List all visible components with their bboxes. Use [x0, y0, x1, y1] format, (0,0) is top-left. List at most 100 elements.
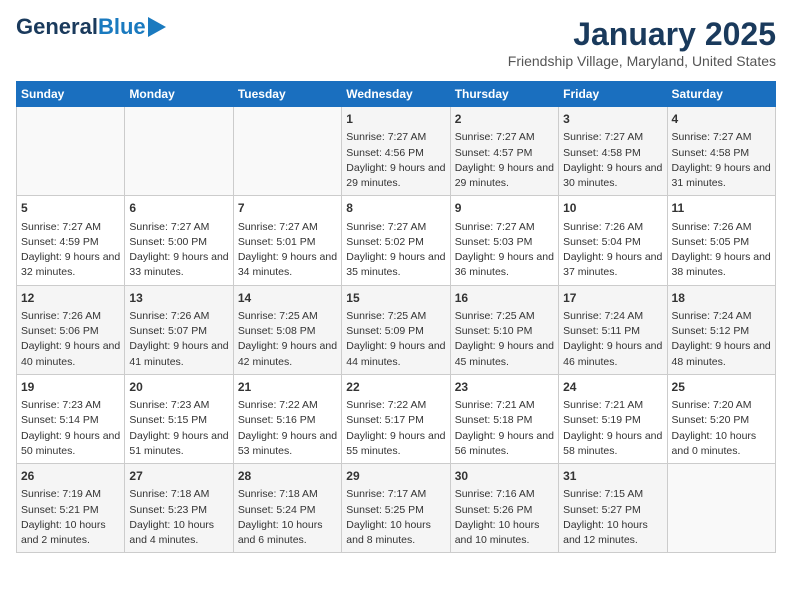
- week-row-1: 1Sunrise: 7:27 AMSunset: 4:56 PMDaylight…: [17, 107, 776, 196]
- day-info: Sunset: 5:23 PM: [129, 503, 228, 518]
- day-info: Sunset: 5:15 PM: [129, 413, 228, 428]
- calendar-cell: 14Sunrise: 7:25 AMSunset: 5:08 PMDayligh…: [233, 285, 341, 374]
- day-info: Daylight: 9 hours and 40 minutes.: [21, 339, 120, 369]
- day-info: Sunset: 5:21 PM: [21, 503, 120, 518]
- day-info: Sunrise: 7:27 AM: [129, 220, 228, 235]
- day-info: Sunset: 5:24 PM: [238, 503, 337, 518]
- day-info: Sunrise: 7:24 AM: [672, 309, 771, 324]
- day-info: Sunrise: 7:27 AM: [346, 220, 445, 235]
- day-info: Daylight: 9 hours and 35 minutes.: [346, 250, 445, 280]
- calendar-cell: 19 Sunrise: 7:23 AMSunset: 5:14 PMDayligh…: [17, 374, 125, 463]
- day-info: Sunset: 4:56 PM: [346, 146, 445, 161]
- day-info: Sunrise: 7:21 AM: [455, 398, 554, 413]
- day-info: Sunrise: 7:17 AM: [346, 487, 445, 502]
- day-info: Sunrise: 7:18 AM: [238, 487, 337, 502]
- day-info: Sunrise: 7:25 AM: [238, 309, 337, 324]
- day-number: 17: [563, 290, 662, 307]
- day-info: Daylight: 9 hours and 55 minutes.: [346, 429, 445, 459]
- day-number: 13: [129, 290, 228, 307]
- day-number: 7: [238, 200, 337, 217]
- calendar-cell: 22Sunrise: 7:22 AMSunset: 5:17 PMDayligh…: [342, 374, 450, 463]
- calendar-cell: 28Sunrise: 7:18 AMSunset: 5:24 PMDayligh…: [233, 464, 341, 553]
- day-info: Daylight: 9 hours and 56 minutes.: [455, 429, 554, 459]
- day-info: Daylight: 9 hours and 50 minutes.: [21, 429, 120, 459]
- calendar-cell: 21Sunrise: 7:22 AMSunset: 5:16 PMDayligh…: [233, 374, 341, 463]
- day-number: 27: [129, 468, 228, 485]
- calendar-cell: 13 Sunrise: 7:26 AMSunset: 5:07 PMDayligh…: [125, 285, 233, 374]
- calendar-cell: 30Sunrise: 7:16 AMSunset: 5:26 PMDayligh…: [450, 464, 558, 553]
- day-number: 12: [21, 290, 120, 307]
- day-info: Sunset: 5:00 PM: [129, 235, 228, 250]
- day-number: 29: [346, 468, 445, 485]
- day-info: Sunrise: 7:27 AM: [563, 130, 662, 145]
- calendar-cell: 7 Sunrise: 7:27 AMSunset: 5:01 PMDaylight…: [233, 196, 341, 285]
- day-info: Daylight: 9 hours and 32 minutes.: [21, 250, 120, 280]
- day-number: 22: [346, 379, 445, 396]
- day-info: Sunset: 4:58 PM: [672, 146, 771, 161]
- day-info: Sunset: 4:59 PM: [21, 235, 120, 250]
- week-row-5: 26 Sunrise: 7:19 AMSunset: 5:21 PM Dayligh…: [17, 464, 776, 553]
- day-info: Sunset: 5:07 PM: [129, 324, 228, 339]
- calendar-cell: 2Sunrise: 7:27 AMSunset: 4:57 PMDaylight…: [450, 107, 558, 196]
- day-number: 14: [238, 290, 337, 307]
- day-info: Sunrise: 7:23 AM: [129, 398, 228, 413]
- day-info: Sunset: 5:26 PM: [455, 503, 554, 518]
- day-info: Sunset: 5:04 PM: [563, 235, 662, 250]
- day-info: Sunrise: 7:27 AM: [238, 220, 337, 235]
- week-row-2: 5Sunrise: 7:27 AMSunset: 4:59 PMDaylight…: [17, 196, 776, 285]
- day-info: Sunset: 4:58 PM: [563, 146, 662, 161]
- day-info: Daylight: 9 hours and 36 minutes.: [455, 250, 554, 280]
- day-header-saturday: Saturday: [667, 82, 775, 107]
- day-info: Sunrise: 7:27 AM: [21, 220, 120, 235]
- logo: GeneralBlue: [16, 16, 166, 38]
- day-info: Sunrise: 7:22 AM: [346, 398, 445, 413]
- day-number: 31: [563, 468, 662, 485]
- day-info: Sunrise: 7:26 AM: [129, 309, 228, 324]
- day-info: Sunrise: 7:23 AM: [21, 398, 120, 413]
- day-info: Sunset: 5:27 PM: [563, 503, 662, 518]
- logo-arrow-icon: [148, 17, 166, 37]
- day-info: Sunrise: 7:25 AM: [346, 309, 445, 324]
- calendar-cell: 24Sunrise: 7:21 AMSunset: 5:19 PMDayligh…: [559, 374, 667, 463]
- day-info: Sunset: 5:09 PM: [346, 324, 445, 339]
- day-info: Daylight: 9 hours and 41 minutes.: [129, 339, 228, 369]
- day-header-sunday: Sunday: [17, 82, 125, 107]
- day-info: Daylight: 10 hours and 12 minutes.: [563, 518, 662, 548]
- calendar-cell: 15Sunrise: 7:25 AMSunset: 5:09 PMDayligh…: [342, 285, 450, 374]
- calendar-cell: 16Sunrise: 7:25 AMSunset: 5:10 PMDayligh…: [450, 285, 558, 374]
- day-number: 10: [563, 200, 662, 217]
- day-header-monday: Monday: [125, 82, 233, 107]
- day-info: Sunrise: 7:27 AM: [455, 130, 554, 145]
- day-info: Sunset: 5:12 PM: [672, 324, 771, 339]
- day-info: Sunset: 5:08 PM: [238, 324, 337, 339]
- page-header: GeneralBlue January 2025 Friendship Vill…: [16, 16, 776, 69]
- days-header-row: SundayMondayTuesdayWednesdayThursdayFrid…: [17, 82, 776, 107]
- day-number: 28: [238, 468, 337, 485]
- day-info: Sunset: 5:03 PM: [455, 235, 554, 250]
- day-number: 23: [455, 379, 554, 396]
- calendar-cell: 8Sunrise: 7:27 AMSunset: 5:02 PMDaylight…: [342, 196, 450, 285]
- calendar-cell: 9Sunrise: 7:27 AMSunset: 5:03 PMDaylight…: [450, 196, 558, 285]
- day-info: Sunset: 5:05 PM: [672, 235, 771, 250]
- day-info: Sunset: 5:01 PM: [238, 235, 337, 250]
- day-number: 4: [672, 111, 771, 128]
- day-info: Sunrise: 7:16 AM: [455, 487, 554, 502]
- calendar-cell: 3Sunrise: 7:27 AMSunset: 4:58 PMDaylight…: [559, 107, 667, 196]
- day-info: Daylight: 10 hours and 10 minutes.: [455, 518, 554, 548]
- day-info: Daylight: 9 hours and 53 minutes.: [238, 429, 337, 459]
- calendar-cell: 11Sunrise: 7:26 AMSunset: 5:05 PMDayligh…: [667, 196, 775, 285]
- day-info: Sunrise: 7:26 AM: [672, 220, 771, 235]
- day-info: Sunset: 5:14 PM: [21, 413, 120, 428]
- calendar-cell: [17, 107, 125, 196]
- calendar-table: SundayMondayTuesdayWednesdayThursdayFrid…: [16, 81, 776, 553]
- day-info: Daylight: 9 hours and 45 minutes.: [455, 339, 554, 369]
- day-header-friday: Friday: [559, 82, 667, 107]
- calendar-cell: [233, 107, 341, 196]
- day-number: 19: [21, 379, 120, 396]
- day-info: Daylight: 9 hours and 51 minutes.: [129, 429, 228, 459]
- day-info: Daylight: 9 hours and 34 minutes.: [238, 250, 337, 280]
- day-info: Sunrise: 7:19 AM: [21, 487, 120, 502]
- day-number: 26: [21, 468, 120, 485]
- day-info: Daylight: 9 hours and 46 minutes.: [563, 339, 662, 369]
- month-title: January 2025: [508, 16, 776, 53]
